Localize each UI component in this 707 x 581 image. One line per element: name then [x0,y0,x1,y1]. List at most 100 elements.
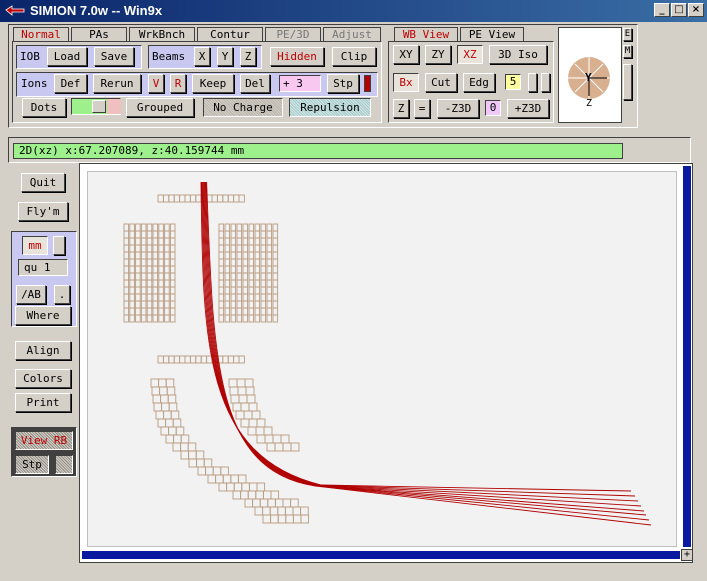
minimize-icon[interactable]: _ [654,3,670,17]
orient-scroll-button[interactable] [623,64,632,100]
tab-pe-view[interactable]: PE View [460,27,524,41]
horizontal-scrollbar[interactable] [82,551,680,559]
electrode-cell [248,482,258,492]
coordinate-readout: 2D(xz) x:67.207089, z:40.159744 mm [13,143,623,159]
electrode-cell [129,244,135,253]
electrode-cell [248,402,258,412]
units-toggle-button[interactable] [53,236,65,255]
electrode-cell [242,307,249,316]
m-button[interactable]: M [623,45,632,58]
print-button[interactable]: Print [15,393,71,412]
ab-button[interactable]: /AB [16,285,46,304]
electrode-cell [254,265,261,274]
vertical-scrollbar[interactable] [683,166,691,547]
z-button[interactable]: Z [240,47,256,66]
minus-z3d-button[interactable]: -Z3D [437,99,479,118]
electrode-cell [300,514,310,524]
electrode-cell [218,279,225,288]
qu-field[interactable]: qu 1 [18,259,68,276]
load-button[interactable]: Load [47,47,87,66]
view-rb-button[interactable]: View RB [15,431,73,450]
units-mm-button[interactable]: mm [22,236,48,255]
colors-button[interactable]: Colors [15,369,71,388]
iso-view-button[interactable]: 3D Iso [489,45,547,64]
electrode-cell [164,230,170,239]
electrode-cell [218,223,225,232]
maximize-icon[interactable]: □ [671,3,687,17]
electrode-cell [152,258,159,267]
y-button[interactable]: Y [217,47,233,66]
clip-button[interactable]: Clip [332,47,376,66]
hidden-button[interactable]: Hidden [270,47,324,66]
electrode-cell [236,223,243,232]
electrode-cell [218,314,225,323]
tab-adjust[interactable]: Adjust [323,27,381,41]
electrode-cell [129,223,135,232]
electrode-cell [123,251,130,260]
electrode-cell [285,514,294,524]
cut-button[interactable]: Cut [425,73,457,92]
rerun-button[interactable]: Rerun [93,74,141,93]
slider-thumb[interactable] [92,100,106,113]
no-charge-button[interactable]: No Charge [203,98,283,117]
orientation-widget[interactable]: Y Z [558,27,622,123]
z3d-field[interactable]: 0 [485,100,501,116]
electrode-cell [222,474,232,484]
v-button[interactable]: V [148,74,164,93]
dots-slider[interactable] [71,98,121,115]
equals-button[interactable]: = [414,99,430,118]
r-button[interactable]: R [170,74,186,93]
save-button[interactable]: Save [94,47,134,66]
stp-button[interactable]: Stp [327,74,359,93]
repulsion-button[interactable]: Repulsion [289,98,371,117]
view-stp-button[interactable]: Stp [15,455,49,474]
xy-view-button[interactable]: XY [393,45,419,64]
def-button[interactable]: Def [54,74,87,93]
level-up-button[interactable] [528,73,537,92]
electrode-cell [224,237,231,246]
e-button[interactable]: E [623,28,632,41]
electrode-cell [277,514,287,524]
electrode-cell [189,194,197,203]
plus-z3d-button[interactable]: +Z3D [507,99,549,118]
electrode-cell [260,251,267,260]
electrode-cell [152,272,159,281]
quit-button[interactable]: Quit [21,173,65,192]
scroll-corner-icon[interactable]: + [681,549,693,561]
align-button[interactable]: Align [15,341,71,360]
zy-view-button[interactable]: ZY [425,45,451,64]
electrode-cell [140,244,147,253]
x-button[interactable]: X [194,47,210,66]
dots-button[interactable]: Dots [22,98,66,117]
z-toggle-button[interactable]: Z [393,99,409,118]
tab-normal[interactable]: Normal [13,27,69,41]
electrode-cell [169,293,176,302]
xz-view-button[interactable]: XZ [457,45,483,64]
tab-wb-view[interactable]: WB View [394,27,458,41]
workbench-canvas[interactable] [87,171,677,547]
electrode-cell [248,307,255,316]
bx-button[interactable]: Bx [393,73,419,92]
where-button[interactable]: Where [15,306,71,325]
tab-contur[interactable]: Contur [197,27,263,41]
tab-wrkbnch[interactable]: WrkBnch [129,27,195,41]
electrode-cell [135,300,141,309]
ion-count-field[interactable]: + 3 [279,75,321,92]
electrode-cell [252,498,261,508]
level-down-button[interactable] [541,73,550,92]
grouped-button[interactable]: Grouped [126,98,194,117]
keep-button[interactable]: Keep [192,74,234,93]
electrode-cell [135,230,141,239]
electrode-cell [179,194,186,203]
tab-pe3d[interactable]: PE/3D [265,27,321,41]
flym-button[interactable]: Fly'm [18,202,68,221]
del-button[interactable]: Del [240,74,270,93]
dot-button[interactable]: . [54,285,70,304]
view-extra-button[interactable] [55,455,73,474]
level-field[interactable]: 5 [505,74,521,90]
tab-pas[interactable]: PAs [71,27,127,41]
edg-button[interactable]: Edg [463,73,495,92]
close-icon[interactable]: × [688,3,704,17]
electrode-cell [158,300,164,309]
electrode-cell [236,286,243,295]
